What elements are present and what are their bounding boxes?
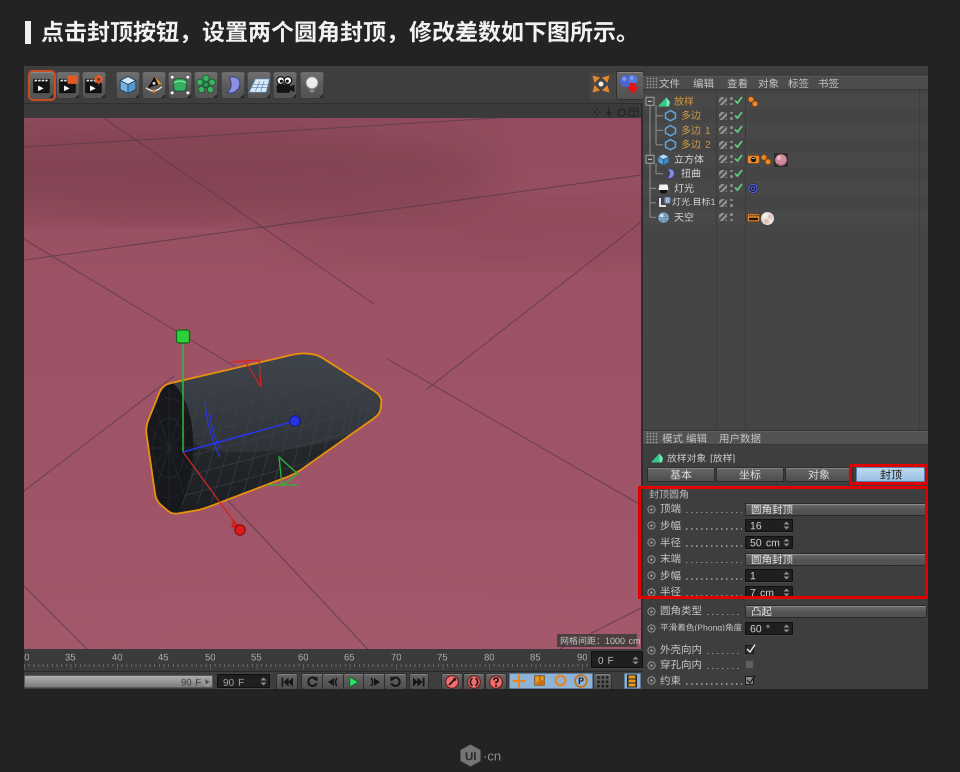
svg-text:0: 0	[666, 199, 669, 205]
svg-text:P: P	[578, 676, 584, 686]
